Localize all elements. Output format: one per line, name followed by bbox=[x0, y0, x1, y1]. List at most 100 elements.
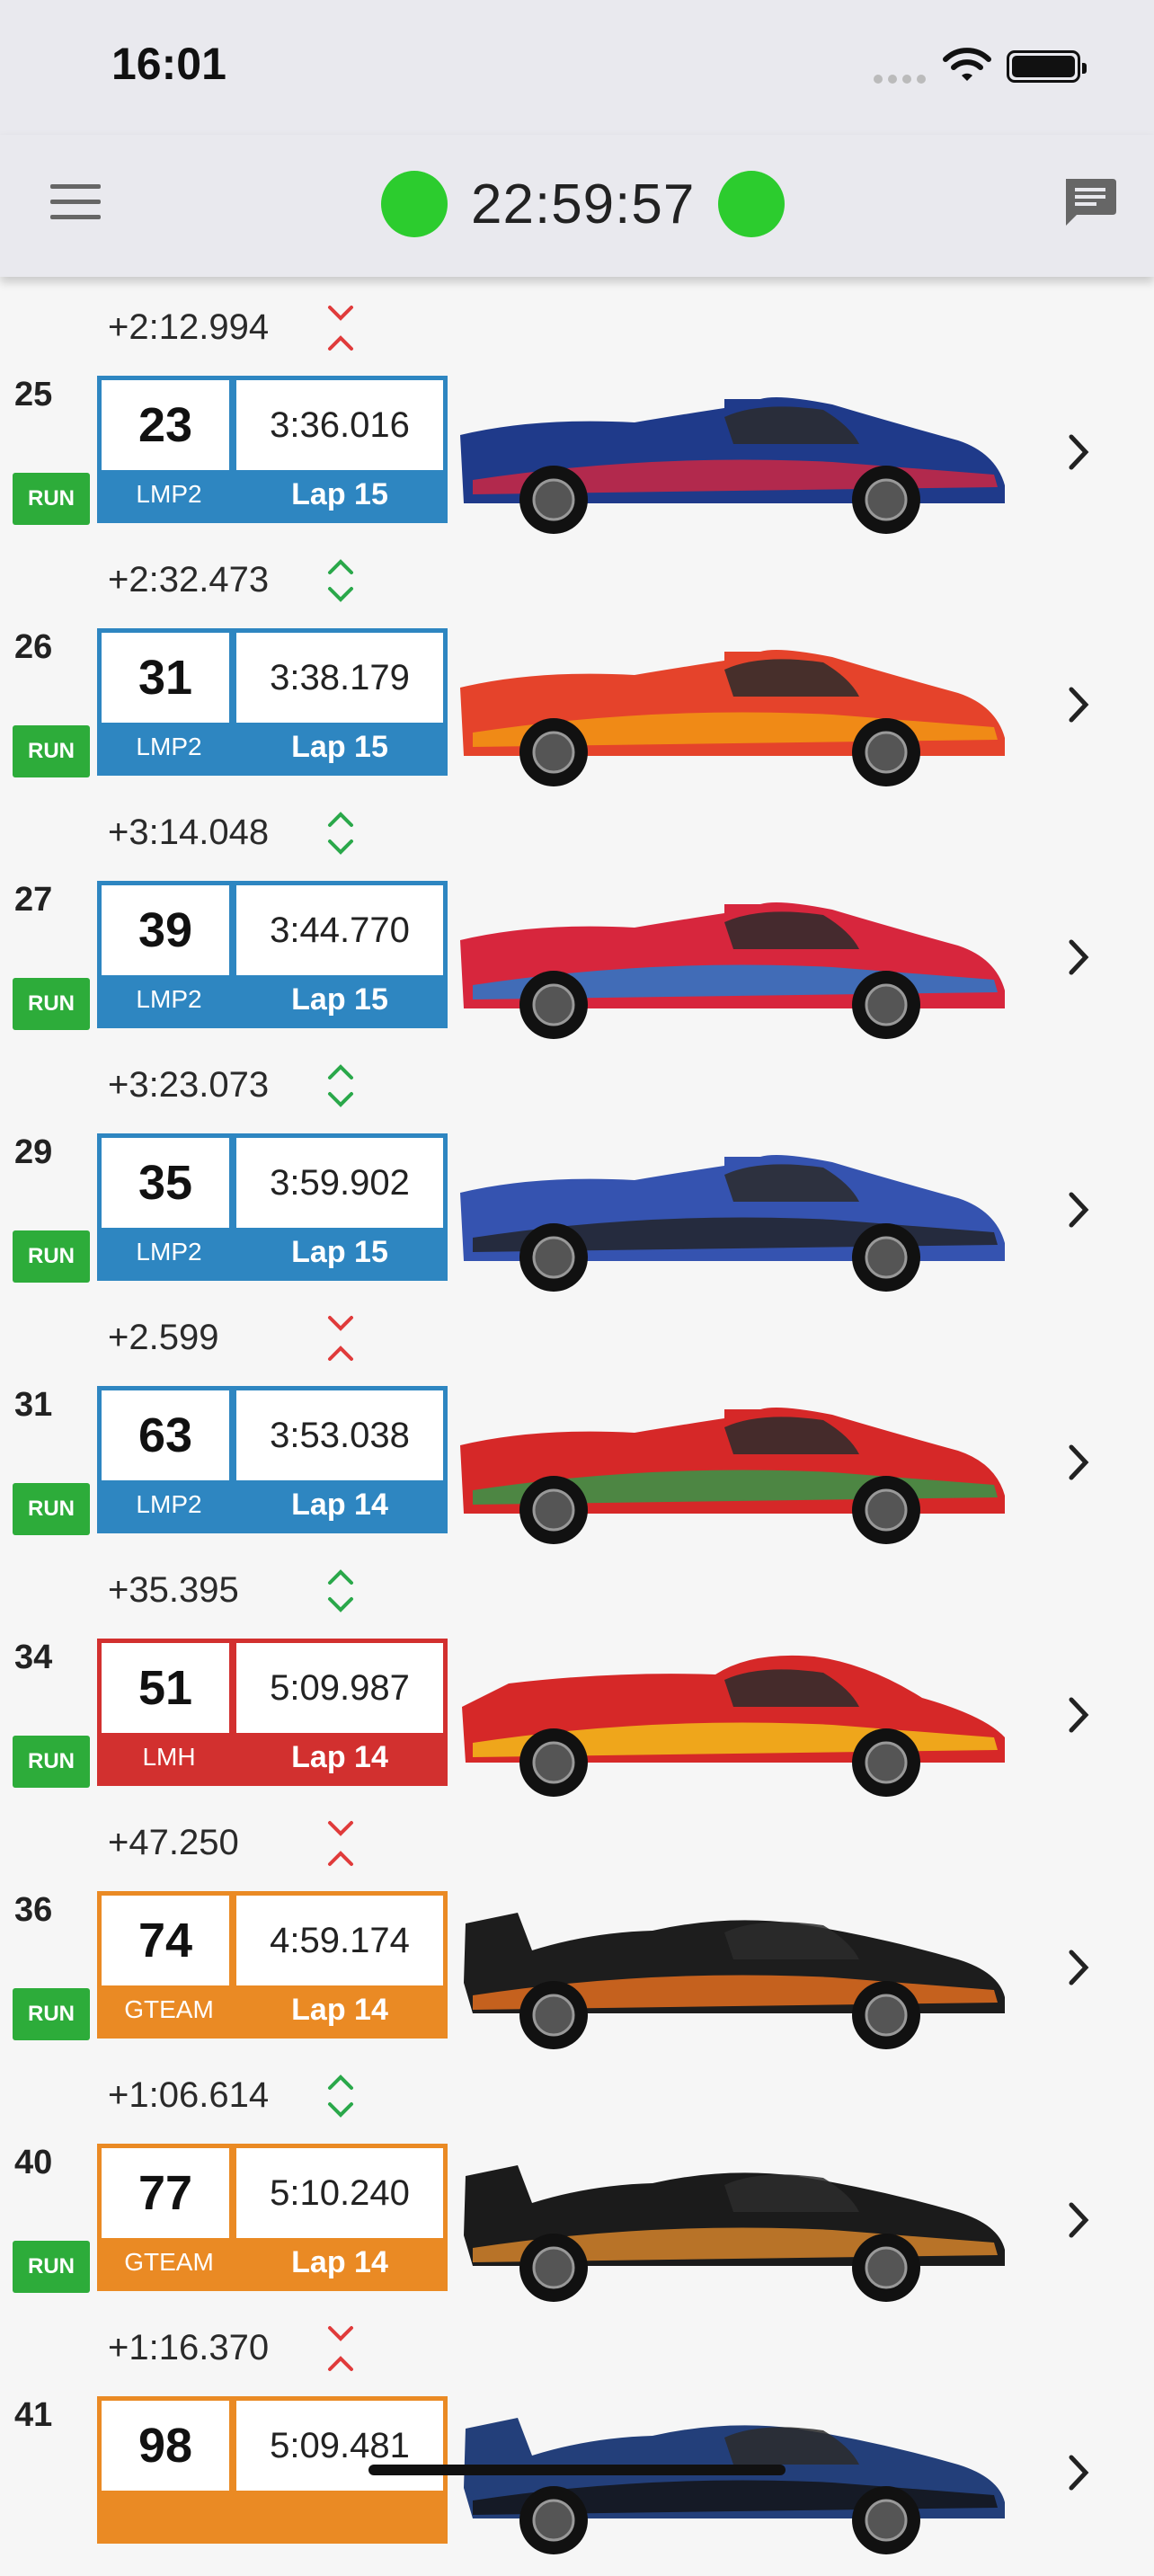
chat-icon[interactable] bbox=[1061, 175, 1118, 227]
gap-expand-icon bbox=[328, 559, 353, 602]
cellular-signal-icon bbox=[874, 72, 931, 88]
status-badge: RUN bbox=[13, 1988, 90, 2040]
gap-to-car-ahead: +2.599 bbox=[108, 1318, 219, 1357]
gap-decrease-icon bbox=[328, 2326, 353, 2371]
last-lap-time: 5:09.481 bbox=[236, 2401, 443, 2491]
last-lap-time: 3:36.016 bbox=[236, 380, 443, 470]
entry-row[interactable]: 31 RUN 63 3:53.038 LMP2 Lap 14 bbox=[0, 1386, 1154, 1566]
class-label: LMP2 bbox=[136, 1490, 202, 1518]
class-label: LMP2 bbox=[136, 733, 202, 760]
race-clock: 22:59:57 bbox=[471, 173, 696, 235]
car-number: 39 bbox=[102, 885, 229, 975]
entry-row[interactable]: 26 RUN 31 3:38.179 LMP2 Lap 15 bbox=[0, 628, 1154, 808]
car-card[interactable]: 74 4:59.174 GTEAM Lap 14 bbox=[97, 1891, 448, 2039]
car-number: 77 bbox=[102, 2148, 229, 2238]
chevron-right-icon[interactable] bbox=[1066, 1187, 1093, 1232]
last-lap-time: 3:59.902 bbox=[236, 1138, 443, 1228]
class-label: GTEAM bbox=[124, 1995, 214, 2023]
wifi-icon bbox=[943, 48, 991, 81]
last-lap-time: 3:53.038 bbox=[236, 1390, 443, 1480]
gap-to-car-ahead: +2:32.473 bbox=[108, 560, 270, 600]
gap-row: +1:06.614 bbox=[0, 2061, 1154, 2133]
car-icon bbox=[460, 1408, 1005, 1544]
gap-row: +1:16.370 bbox=[0, 2314, 1154, 2385]
position-number: 31 bbox=[14, 1386, 53, 1424]
gap-expand-icon bbox=[328, 1569, 353, 1612]
lap-count: Lap 14 bbox=[291, 1739, 388, 1774]
lap-count: Lap 15 bbox=[291, 1234, 388, 1269]
chevron-right-icon[interactable] bbox=[1066, 2450, 1093, 2495]
car-icon bbox=[460, 397, 1005, 534]
gap-decrease-icon bbox=[328, 1316, 353, 1361]
car-icon bbox=[460, 650, 1005, 786]
car-icon bbox=[464, 2418, 1005, 2554]
gap-to-car-ahead: +1:16.370 bbox=[108, 2328, 270, 2367]
position-number: 29 bbox=[14, 1133, 53, 1171]
status-badge: RUN bbox=[13, 978, 90, 1030]
gap-to-car-ahead: +35.395 bbox=[108, 1570, 239, 1610]
lap-count: Lap 15 bbox=[291, 982, 388, 1017]
chevron-right-icon[interactable] bbox=[1066, 935, 1093, 980]
car-number: 35 bbox=[102, 1138, 229, 1228]
chevron-right-icon[interactable] bbox=[1066, 1945, 1093, 1990]
car-card[interactable]: 63 3:53.038 LMP2 Lap 14 bbox=[97, 1386, 448, 1533]
gap-expand-icon bbox=[328, 2074, 353, 2118]
entry-row[interactable]: 36 RUN 74 4:59.174 GTEAM Lap 14 bbox=[0, 1891, 1154, 2071]
car-card[interactable]: 35 3:59.902 LMP2 Lap 15 bbox=[97, 1133, 448, 1281]
status-badge: RUN bbox=[13, 473, 90, 525]
car-card[interactable]: 39 3:44.770 LMP2 Lap 15 bbox=[97, 881, 448, 1028]
green-flag-indicator bbox=[718, 171, 786, 237]
car-card[interactable]: 31 3:38.179 LMP2 Lap 15 bbox=[97, 628, 448, 776]
car-number: 63 bbox=[102, 1390, 229, 1480]
chevron-right-icon[interactable] bbox=[1066, 682, 1093, 727]
position-number: 36 bbox=[14, 1891, 53, 1929]
car-card[interactable]: 77 5:10.240 GTEAM Lap 14 bbox=[97, 2144, 448, 2291]
car-icon bbox=[464, 1913, 1005, 2049]
lap-count bbox=[236, 2491, 443, 2539]
position-number: 27 bbox=[14, 881, 53, 919]
gap-to-car-ahead: +3:23.073 bbox=[108, 1065, 270, 1105]
lap-count: Lap 14 bbox=[291, 2244, 388, 2279]
car-card[interactable]: 51 5:09.987 LMH Lap 14 bbox=[97, 1639, 448, 1786]
entry-row[interactable]: 29 RUN 35 3:59.902 LMP2 Lap 15 bbox=[0, 1133, 1154, 1313]
entry-row[interactable]: 27 RUN 39 3:44.770 LMP2 Lap 15 bbox=[0, 881, 1154, 1061]
position-number: 40 bbox=[14, 2144, 53, 2181]
chevron-right-icon[interactable] bbox=[1066, 1692, 1093, 1737]
class-label bbox=[102, 2491, 236, 2539]
chevron-right-icon[interactable] bbox=[1066, 2198, 1093, 2243]
gap-to-car-ahead: +47.250 bbox=[108, 1823, 239, 1862]
car-number: 23 bbox=[102, 380, 229, 470]
chevron-right-icon[interactable] bbox=[1066, 430, 1093, 475]
last-lap-time: 5:09.987 bbox=[236, 1643, 443, 1733]
entry-row[interactable]: 41 98 5:09.481 bbox=[0, 2396, 1154, 2576]
status-time: 16:01 bbox=[111, 39, 226, 89]
car-icon bbox=[460, 902, 1005, 1039]
race-clock-group: 22:59:57 bbox=[381, 169, 786, 239]
car-card[interactable]: 23 3:36.016 LMP2 Lap 15 bbox=[97, 376, 448, 523]
gap-row: +2:12.994 bbox=[0, 293, 1154, 365]
last-lap-time: 4:59.174 bbox=[236, 1896, 443, 1985]
entry-row[interactable]: 34 RUN 51 5:09.987 LMH Lap 14 bbox=[0, 1639, 1154, 1818]
lap-count: Lap 15 bbox=[291, 729, 388, 764]
lap-count: Lap 15 bbox=[291, 476, 388, 511]
chevron-right-icon[interactable] bbox=[1066, 1440, 1093, 1485]
gap-row: +47.250 bbox=[0, 1808, 1154, 1880]
last-lap-time: 3:44.770 bbox=[236, 885, 443, 975]
status-bar: 16:01 bbox=[0, 0, 1154, 135]
class-label: LMP2 bbox=[136, 985, 202, 1013]
status-badge: RUN bbox=[13, 1230, 90, 1283]
gap-row: +3:14.048 bbox=[0, 798, 1154, 870]
hamburger-menu-icon[interactable] bbox=[50, 184, 101, 224]
battery-icon bbox=[1007, 50, 1087, 83]
entry-row[interactable]: 40 RUN 77 5:10.240 GTEAM Lap 14 bbox=[0, 2144, 1154, 2323]
position-number: 41 bbox=[14, 2396, 53, 2434]
position-number: 25 bbox=[14, 376, 53, 413]
last-lap-time: 5:10.240 bbox=[236, 2148, 443, 2238]
lap-count: Lap 14 bbox=[291, 1487, 388, 1522]
class-label: LMP2 bbox=[136, 1238, 202, 1266]
gap-to-car-ahead: +1:06.614 bbox=[108, 2075, 270, 2115]
status-badge: RUN bbox=[13, 1483, 90, 1535]
position-number: 34 bbox=[14, 1639, 53, 1676]
entry-row[interactable]: 25 RUN 23 3:36.016 LMP2 Lap 15 bbox=[0, 376, 1154, 555]
gap-row: +2.599 bbox=[0, 1303, 1154, 1375]
